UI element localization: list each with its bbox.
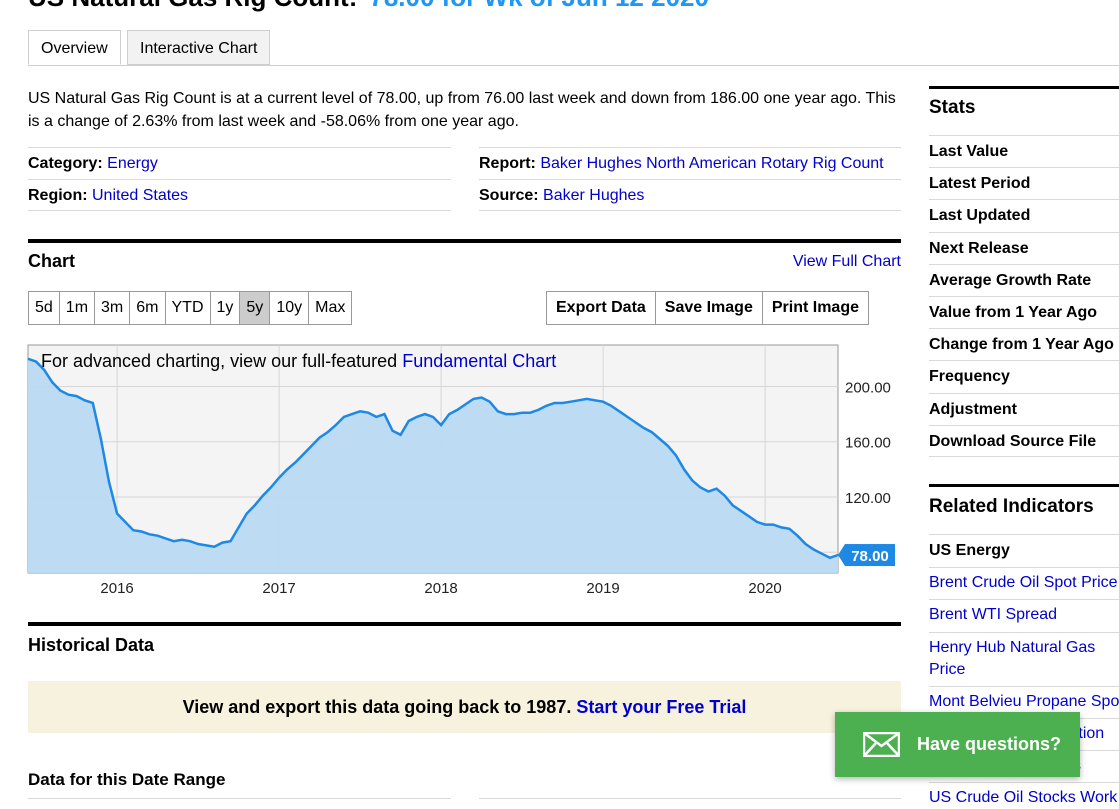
y-tick-label: 200.00	[845, 379, 891, 396]
x-tick-label: 2017	[262, 580, 295, 597]
date-range-divider-right	[479, 798, 901, 799]
date-range-divider-left	[28, 798, 451, 799]
related-title: Related Indicators	[929, 496, 1094, 517]
stats-bar	[929, 86, 1119, 89]
y-tick-label: 120.00	[845, 490, 891, 507]
stat-value-from-1-year-ago: Value from 1 Year Ago	[929, 296, 1119, 328]
stat-download-source-file: Download Source File	[929, 424, 1119, 457]
related-link-henry-hub-natural-gas-price[interactable]: Henry Hub Natural Gas Price	[929, 632, 1119, 681]
x-tick-label: 2016	[100, 580, 133, 597]
stat-frequency: Frequency	[929, 360, 1119, 392]
related-header-us-energy: US Energy	[929, 534, 1119, 566]
have-questions-widget[interactable]: Have questions?	[835, 712, 1080, 777]
fundamental-chart-link[interactable]: Fundamental Chart	[402, 351, 556, 371]
last-value-pointer	[838, 544, 845, 567]
related-link-brent-wti-spread[interactable]: Brent WTI Spread	[929, 599, 1119, 626]
stat-average-growth-rate: Average Growth Rate	[929, 263, 1119, 296]
free-trial-banner: View and export this data going back to …	[28, 681, 901, 733]
have-questions-label: Have questions?	[917, 734, 1062, 754]
stats-title: Stats	[929, 97, 976, 118]
stat-adjustment: Adjustment	[929, 392, 1119, 425]
stat-next-release: Next Release	[929, 231, 1119, 264]
stat-change-from-1-year-ago: Change from 1 Year Ago	[929, 328, 1119, 360]
chart-notice-text: For advanced charting, view our full-fea…	[41, 351, 398, 371]
stat-last-value: Last Value	[929, 135, 1119, 167]
related-bar	[929, 484, 1119, 487]
historical-title: Historical Data	[28, 635, 155, 655]
y-tick-label: 160.00	[845, 435, 891, 452]
stat-latest-period: Latest Period	[929, 167, 1119, 199]
x-tick-label: 2020	[748, 580, 781, 597]
last-value-label: 78.00	[851, 548, 889, 565]
stat-last-updated: Last Updated	[929, 199, 1119, 231]
envelope-icon	[863, 732, 900, 757]
x-tick-label: 2018	[424, 580, 457, 597]
start-trial-link[interactable]: Start your Free Trial	[576, 697, 746, 717]
historical-section-bar	[28, 622, 901, 626]
date-range-label: Data for this Date Range	[28, 770, 226, 789]
related-link-mont-belvieu-propane-spot-price[interactable]: Mont Belvieu Propane Spot Price	[929, 686, 1119, 713]
chart-notice: For advanced charting, view our full-fea…	[41, 351, 556, 372]
trial-text: View and export this data going back to …	[182, 697, 572, 717]
related-link-us-crude-oil-stocks-work[interactable]: US Crude Oil Stocks Work	[929, 782, 1119, 809]
related-link-brent-crude-oil-spot-price[interactable]: Brent Crude Oil Spot Price	[929, 567, 1119, 594]
x-tick-label: 2019	[586, 580, 619, 597]
